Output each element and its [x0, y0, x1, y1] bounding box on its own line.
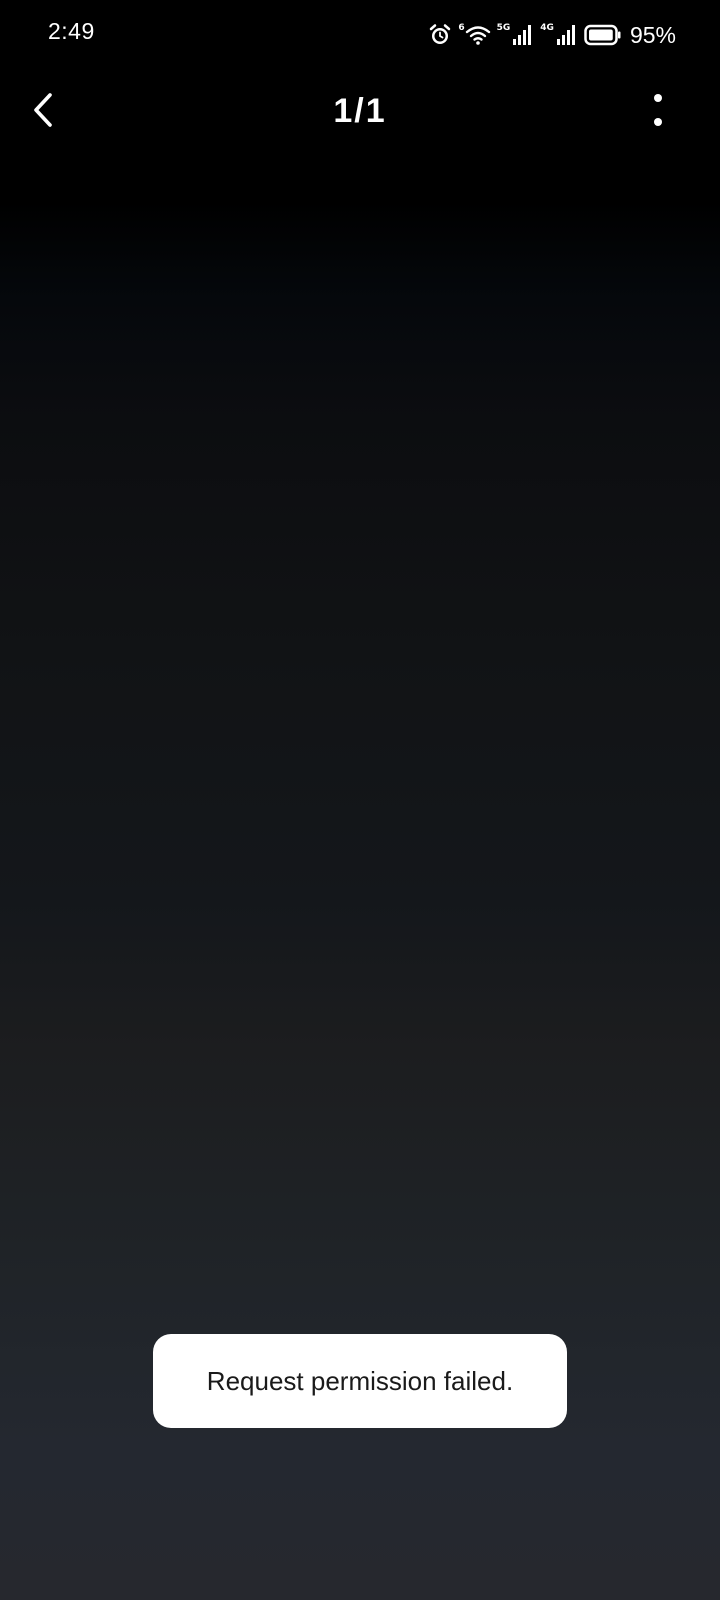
page-counter: 1/1	[333, 92, 387, 130]
status-icons: 6 5G 4G 95%	[428, 20, 676, 50]
signal-5g-icon	[512, 24, 534, 46]
signal-5g-tag: 5G	[496, 22, 511, 33]
more-vertical-icon	[652, 93, 664, 132]
signal-4g-tag: 4G	[540, 22, 554, 33]
status-time: 2:49	[48, 18, 95, 44]
battery-icon	[584, 24, 622, 46]
toast-message: Request permission failed.	[206, 1365, 514, 1396]
top-bar: 1/1	[0, 80, 720, 144]
alarm-icon	[428, 23, 452, 47]
battery-percent: 95%	[629, 21, 676, 48]
status-bar: 2:49 6 5G 4G 95%	[0, 0, 720, 70]
toast: Request permission failed.	[153, 1334, 567, 1428]
more-options-button[interactable]	[636, 90, 680, 134]
wifi-tag: 6	[458, 22, 465, 33]
signal-4g-icon	[556, 24, 578, 46]
wifi-icon	[465, 24, 491, 46]
